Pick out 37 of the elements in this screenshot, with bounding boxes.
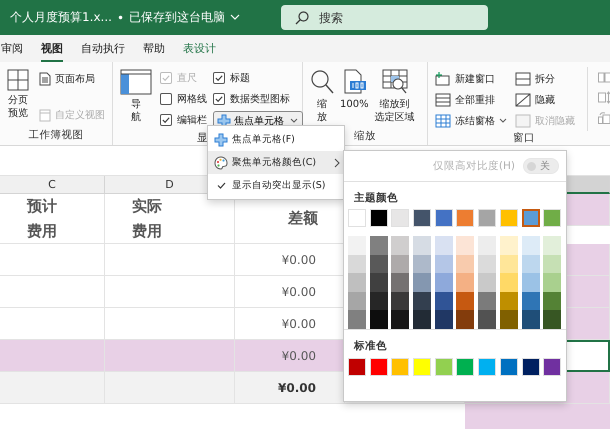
arrange-all-button[interactable]: 全部重排 [433,90,509,110]
table-cell: ¥0.00 [235,372,345,404]
checkbox-label[interactable]: 编辑栏 [177,112,207,126]
section-title: 主题颜色 [354,192,398,204]
zoom-button[interactable]: 缩放 [308,67,336,126]
table-cell: 预计费用 [0,194,105,244]
checkbox-label[interactable]: 标题 [230,70,250,84]
new-window-button[interactable]: 新建窗口 [433,69,509,89]
checkbox-label[interactable]: 网格线 [177,92,207,106]
hide-button[interactable]: 隐藏 [513,90,577,110]
column-header[interactable]: C [0,176,105,194]
zoom-100-button[interactable]: 100% [338,67,371,126]
menu-item[interactable]: 聚焦单元格颜色(C) [208,151,344,174]
group-label: 缩放 [354,128,376,142]
menu-item[interactable]: 焦点单元格(F) [208,128,344,151]
page-layout-button[interactable]: 页面布局 [37,69,107,89]
ribbon-tab[interactable]: 帮助 [143,35,174,62]
checkbox-label[interactable]: 数据类型图标 [230,92,290,106]
search-field[interactable]: 搜索 [281,5,488,30]
ribbon-tab[interactable]: 自动执行 [81,35,134,62]
group-label: 窗口 [513,131,535,145]
ribbon-tab[interactable]: 审阅 [1,35,32,62]
section-title: 标准色 [354,340,387,352]
zoom-to-selection-button[interactable]: 缩放到选定区域 [372,67,417,126]
separator-dot: • [117,10,124,24]
group-label: 显 [197,130,208,144]
ribbon-tab[interactable]: 视图 [41,35,63,62]
save-status[interactable]: 已保存到这台电脑 [129,9,226,26]
navigation-button[interactable]: 导航 [118,67,154,130]
freeze-panes-button[interactable]: 冻结窗格 [433,111,509,131]
group-label: 工作簿视图 [28,128,84,142]
page-break-preview-button[interactable]: 分页预览 [5,67,31,125]
high-contrast-label: 仅限高对比度(H) [432,159,515,173]
table-cell: ¥0.00 [235,340,345,372]
document-title: 个人月度预算1.x... [10,9,112,26]
ribbon-tab[interactable]: 表设计 [183,35,225,62]
split-button[interactable]: 拆分 [513,69,577,89]
